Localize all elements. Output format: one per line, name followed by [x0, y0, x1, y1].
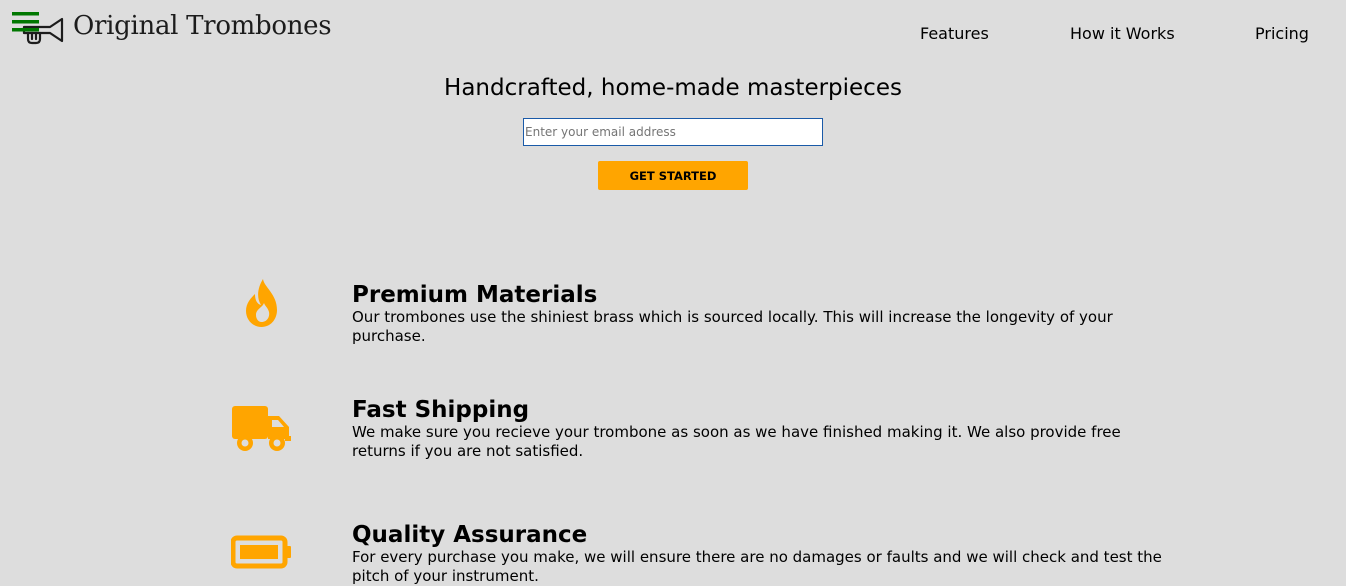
- nav-link-pricing[interactable]: Pricing: [1255, 24, 1309, 43]
- landing-page: Original Trombones Features How it Works…: [0, 0, 1346, 586]
- nav-link-features[interactable]: Features: [920, 24, 989, 43]
- nav-link-how-it-works[interactable]: How it Works: [1070, 24, 1175, 43]
- feature-description: For every purchase you make, we will ens…: [352, 548, 1162, 585]
- feature-premium-materials: Premium Materials Our trombones use the …: [352, 282, 1162, 346]
- battery-icon: [222, 522, 302, 582]
- feature-title: Fast Shipping: [352, 397, 530, 423]
- hamburger-menu-icon[interactable]: [12, 12, 39, 32]
- feature-title: Premium Materials: [352, 282, 598, 308]
- feature-description: We make sure you recieve your trombone a…: [352, 423, 1121, 460]
- get-started-button[interactable]: GET STARTED: [598, 161, 748, 190]
- truck-icon: [222, 398, 302, 458]
- feature-title: Quality Assurance: [352, 522, 588, 548]
- email-input[interactable]: [523, 118, 823, 146]
- fire-icon: [222, 273, 302, 333]
- brand-name: Original Trombones: [73, 11, 332, 41]
- feature-description: Our trombones use the shiniest brass whi…: [352, 308, 1113, 345]
- feature-quality-assurance: Quality Assurance For every purchase you…: [352, 522, 1162, 586]
- feature-fast-shipping: Fast Shipping We make sure you recieve y…: [352, 397, 1162, 461]
- hero-title: Handcrafted, home-made masterpieces: [444, 75, 902, 101]
